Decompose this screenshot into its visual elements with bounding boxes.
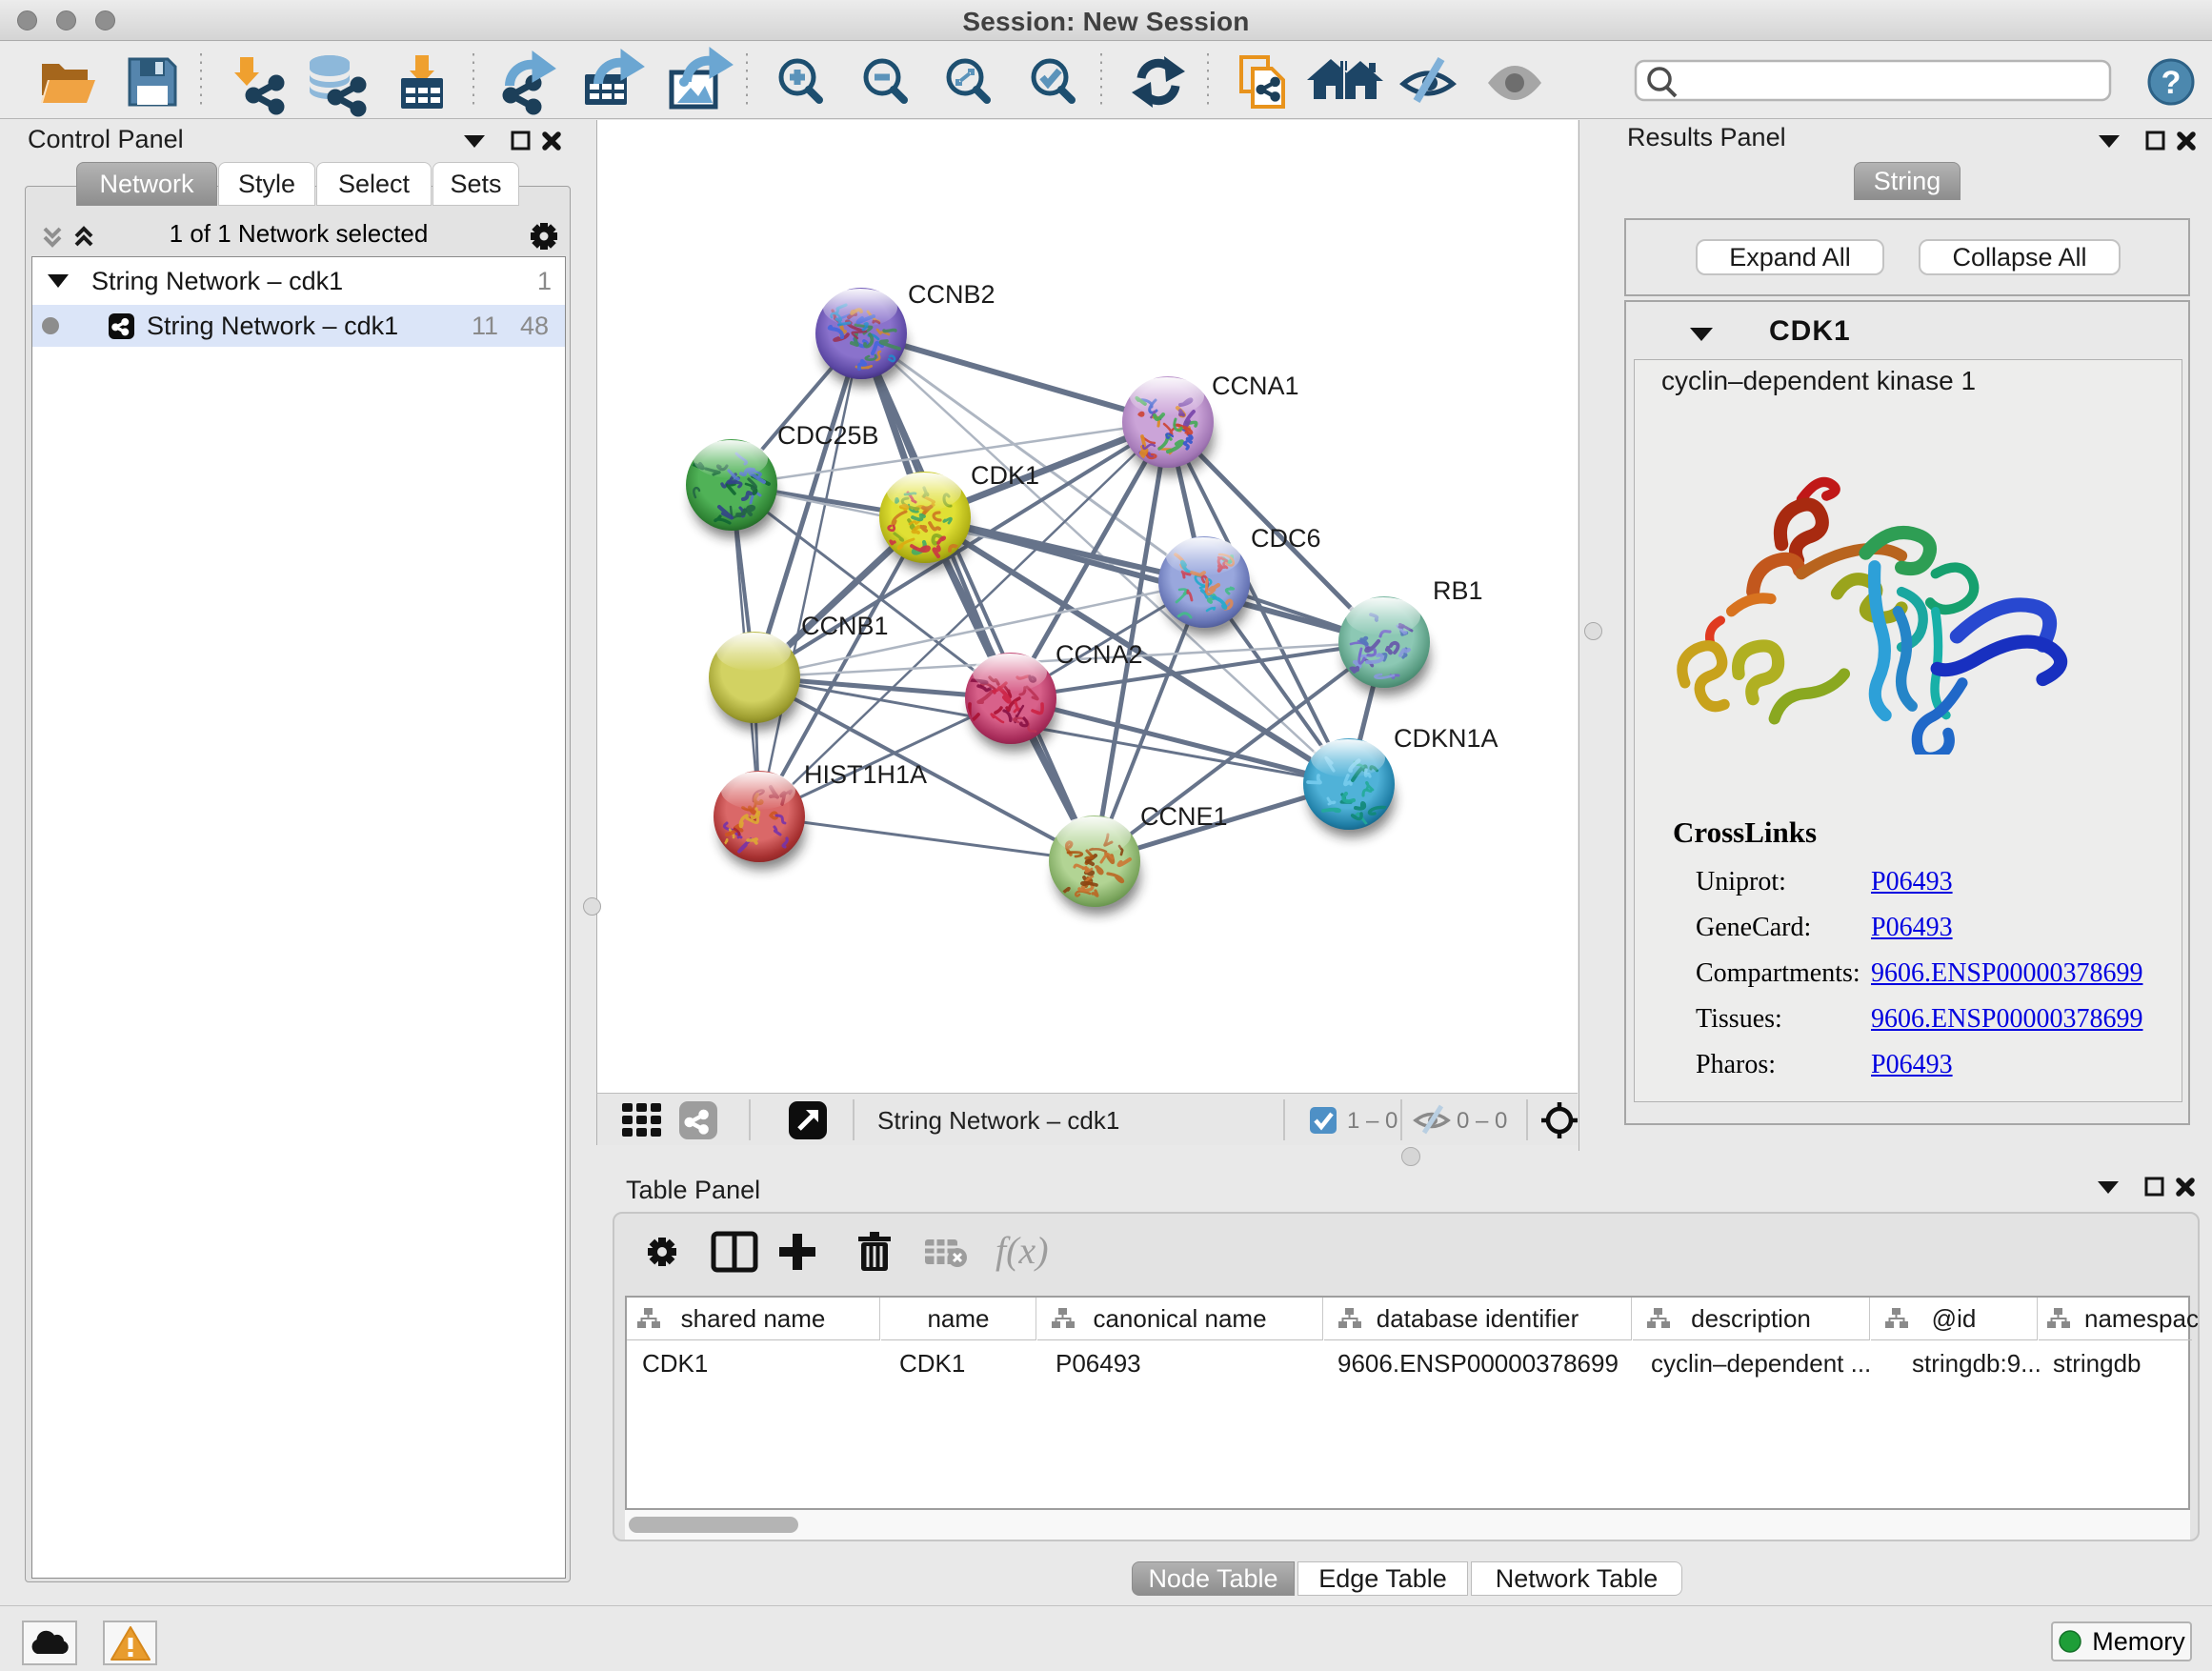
svg-text:f(x): f(x) — [995, 1229, 1049, 1272]
svg-text:CCNE1: CCNE1 — [1140, 802, 1228, 831]
svg-text:CCNA1: CCNA1 — [1212, 372, 1299, 400]
svg-text:CDKN1A: CDKN1A — [1394, 724, 1498, 753]
svg-text:1 – 0: 1 – 0 — [1347, 1108, 1398, 1134]
svg-text:?: ? — [2162, 65, 2182, 101]
svg-text:String Network – cdk1: String Network – cdk1 — [877, 1106, 1119, 1135]
svg-text:CCNB1: CCNB1 — [801, 612, 889, 640]
svg-text:RB1: RB1 — [1433, 576, 1483, 605]
svg-text:CDK1: CDK1 — [971, 461, 1039, 490]
svg-text:0 – 0: 0 – 0 — [1457, 1108, 1507, 1134]
svg-text:CDC25B: CDC25B — [777, 421, 879, 450]
svg-text:CCNB2: CCNB2 — [908, 280, 995, 309]
svg-text:CDC6: CDC6 — [1251, 524, 1321, 553]
svg-text:HIST1H1A: HIST1H1A — [804, 760, 927, 789]
svg-text:CCNA2: CCNA2 — [1056, 640, 1143, 669]
